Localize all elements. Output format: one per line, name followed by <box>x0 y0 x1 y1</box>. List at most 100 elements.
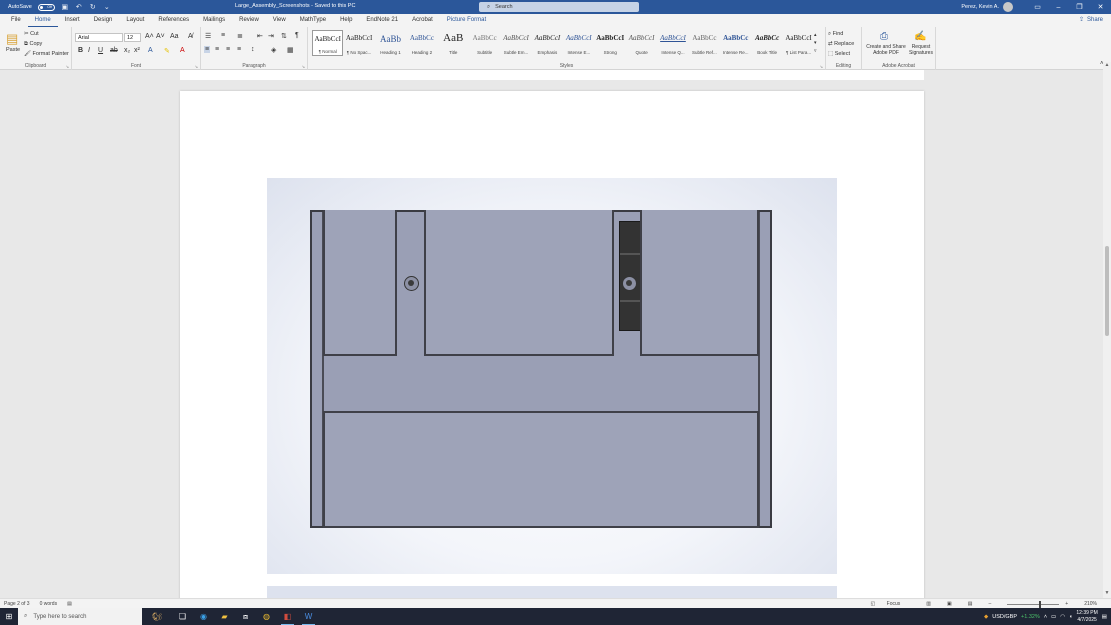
taskbar-search[interactable]: ⌕ Type here to search <box>18 608 142 625</box>
vertical-scrollbar[interactable]: ▲ ▼ <box>1103 62 1111 598</box>
style-emphasis[interactable]: AaBbCcI Emphasis <box>532 30 563 56</box>
search-highlight-icon[interactable]: 🐿 <box>142 608 172 625</box>
shading-icon[interactable]: ◈ <box>271 46 276 54</box>
request-signatures-icon[interactable]: ✍ <box>914 31 926 42</box>
tab-acrobat[interactable]: Acrobat <box>405 14 440 27</box>
tab-references[interactable]: References <box>151 14 196 27</box>
tray-expand-icon[interactable]: ˄ <box>1044 614 1047 620</box>
store-icon[interactable]: ⧈ <box>235 608 256 625</box>
zoom-out-icon[interactable]: – <box>989 601 992 607</box>
font-name-select[interactable]: Arial <box>75 33 123 42</box>
styles-scroll-icon[interactable]: ▴ ▾ ▿ <box>814 31 817 55</box>
zoom-slider[interactable] <box>1007 600 1060 608</box>
create-pdf-icon[interactable]: ⎙ <box>880 31 888 42</box>
close-icon[interactable]: ✕ <box>1090 0 1111 14</box>
read-mode-icon[interactable]: ▥ <box>926 601 931 607</box>
proofing-icon[interactable]: ▤ <box>67 601 72 607</box>
paragraph-launcher-icon[interactable]: ↘ <box>302 64 305 69</box>
restore-icon[interactable]: ❐ <box>1069 0 1090 14</box>
style-quote[interactable]: AaBbCcI Quote <box>626 30 657 56</box>
scroll-down-icon[interactable]: ▼ <box>1103 590 1111 598</box>
style-heading-2[interactable]: AaBbCc Heading 2 <box>406 30 437 56</box>
font-launcher-icon[interactable]: ↘ <box>195 64 198 69</box>
cut-button[interactable]: ✂ Cut <box>24 31 39 37</box>
task-view-icon[interactable]: ❏ <box>172 608 193 625</box>
tab-mathtype[interactable]: MathType <box>293 14 333 27</box>
strikethrough-icon[interactable]: ab <box>110 47 118 54</box>
wifi-icon[interactable]: ◠ <box>1060 614 1065 620</box>
style-subtle-emphasis[interactable]: AaBbCcI Subtle Em... <box>500 30 531 56</box>
scroll-thumb[interactable] <box>1105 246 1109 336</box>
clear-formatting-icon[interactable]: A̸ <box>188 33 193 40</box>
zoom-knob[interactable] <box>1039 600 1042 608</box>
avatar[interactable] <box>1003 2 1013 12</box>
style-book-title[interactable]: AaBbCc Book Title <box>751 30 782 56</box>
save-icon[interactable]: ▣ <box>61 3 69 11</box>
justify-icon[interactable]: ≡ <box>237 46 241 53</box>
style-intense-reference[interactable]: AaBbCc Intense Re... <box>720 30 751 56</box>
document-title[interactable]: Large_Assembly_Screenshots - Saved to th… <box>235 3 355 9</box>
subscript-icon[interactable]: x₂ <box>124 47 130 54</box>
font-color-icon[interactable]: A <box>180 47 185 54</box>
tab-review[interactable]: Review <box>232 14 266 27</box>
styles-launcher-icon[interactable]: ↘ <box>820 64 823 69</box>
solidworks-icon[interactable]: ◧ <box>277 608 298 625</box>
font-size-select[interactable]: 12 <box>124 33 141 42</box>
bullets-icon[interactable]: ☰ <box>205 32 211 40</box>
tab-design[interactable]: Design <box>87 14 120 27</box>
volume-icon[interactable]: ◖ <box>1069 614 1072 620</box>
zoom-level[interactable]: 210% <box>1084 601 1097 607</box>
style-list-paragraph[interactable]: AaBbCcI ¶ List Para... <box>783 30 814 56</box>
align-center-icon[interactable]: ≡ <box>215 46 219 53</box>
decrease-indent-icon[interactable]: ⇤ <box>257 32 263 40</box>
copy-button[interactable]: ⧉ Copy <box>24 41 42 48</box>
tab-picture-format[interactable]: Picture Format <box>440 14 493 27</box>
change-case-icon[interactable]: Aa <box>170 33 179 40</box>
ticker-name[interactable]: USD/GBP <box>992 614 1017 620</box>
align-right-icon[interactable]: ≡ <box>226 46 230 53</box>
word-icon[interactable]: W <box>298 608 319 625</box>
show-marks-icon[interactable]: ¶ <box>295 32 299 39</box>
redo-icon[interactable]: ↻ <box>89 3 97 11</box>
format-painter-button[interactable]: 🖌 Format Painter <box>24 51 69 57</box>
next-image[interactable] <box>267 586 837 598</box>
scroll-up-icon[interactable]: ▲ <box>1103 62 1111 70</box>
find-button[interactable]: ⌕ Find <box>828 31 843 38</box>
paste-icon[interactable]: ▤ <box>6 31 18 47</box>
sort-icon[interactable]: ⇅ <box>281 32 287 40</box>
tab-mailings[interactable]: Mailings <box>196 14 232 27</box>
tab-view[interactable]: View <box>266 14 293 27</box>
network-icon[interactable]: ▭ <box>1051 614 1056 620</box>
increase-indent-icon[interactable]: ⇥ <box>268 32 274 40</box>
word-count[interactable]: 0 words <box>40 601 58 607</box>
style-intense-emphasis[interactable]: AaBbCcI Intense E... <box>563 30 594 56</box>
tab-file[interactable]: File <box>4 14 28 27</box>
align-left-icon[interactable]: ≡ <box>204 46 211 53</box>
bold-icon[interactable]: B <box>78 47 83 54</box>
web-layout-icon[interactable]: ▤ <box>968 601 973 607</box>
focus-button[interactable]: ◱ Focus <box>871 601 911 607</box>
style-subtle-reference[interactable]: AaBbCc Subtle Ref... <box>689 30 720 56</box>
tab-insert[interactable]: Insert <box>58 14 87 27</box>
undo-icon[interactable]: ↶ <box>75 3 83 11</box>
zoom-in-icon[interactable]: + <box>1065 601 1068 607</box>
document-canvas[interactable] <box>0 70 1103 598</box>
autosave-toggle[interactable]: Off <box>37 3 55 11</box>
italic-icon[interactable]: I <box>88 47 90 54</box>
text-effects-icon[interactable]: A <box>148 47 153 54</box>
select-button[interactable]: ⬚ Select <box>828 51 850 57</box>
multilevel-list-icon[interactable]: ≣ <box>237 32 243 40</box>
tab-help[interactable]: Help <box>333 14 359 27</box>
chrome-icon[interactable]: ◍ <box>256 608 277 625</box>
superscript-icon[interactable]: x² <box>134 47 140 54</box>
numbering-icon[interactable]: ≡ <box>221 32 225 39</box>
tab-home[interactable]: Home <box>27 14 58 27</box>
customize-qat-icon[interactable]: ⌄ <box>103 3 111 11</box>
request-signatures-button[interactable]: Request Signatures <box>906 44 936 56</box>
print-layout-icon[interactable]: ▣ <box>947 601 952 607</box>
share-button[interactable]: ⇪ Share <box>1079 16 1103 24</box>
windows-start-icon[interactable]: ⊞ <box>0 608 18 625</box>
shrink-font-icon[interactable]: A˅ <box>156 33 165 40</box>
file-explorer-icon[interactable]: ▰ <box>214 608 235 625</box>
search-box[interactable]: ⌕ Search <box>479 2 639 12</box>
